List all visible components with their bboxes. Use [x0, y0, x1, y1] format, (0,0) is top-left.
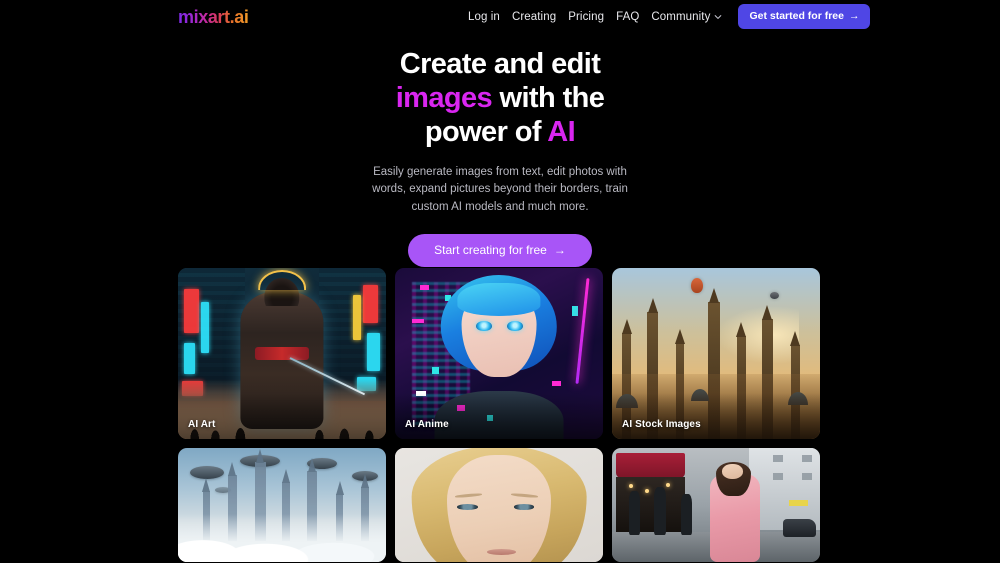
chevron-down-icon	[714, 13, 722, 21]
gallery-card-ai-anime[interactable]: AI Anime	[395, 268, 603, 439]
gallery-card-label: AI Art	[188, 419, 216, 430]
card-gradient-overlay	[395, 393, 603, 439]
gallery-card-ai-art[interactable]: AI Art	[178, 268, 386, 439]
card-gradient-overlay	[178, 393, 386, 439]
arrow-right-icon: →	[553, 243, 566, 258]
nav-item-faq[interactable]: FAQ	[616, 11, 639, 23]
portrait-image	[395, 448, 603, 562]
gallery-grid: AI Art AI Anime AI Stock Images	[178, 268, 822, 562]
hero-section: Create and edit images with the power of…	[0, 48, 1000, 289]
start-creating-button[interactable]: Start creating for free →	[408, 234, 592, 268]
headline-line-1: Create and edit	[399, 48, 601, 80]
start-creating-label: Start creating for free	[434, 243, 547, 258]
landing-page: mixart.ai Log in Creating Pricing FAQ Co…	[0, 0, 1000, 563]
site-logo[interactable]: mixart.ai	[178, 7, 249, 28]
headline-line-3: power of	[424, 115, 548, 148]
nav-item-creating[interactable]: Creating	[512, 11, 556, 23]
nav-community-label: Community	[651, 10, 711, 23]
get-started-button[interactable]: Get started for free →	[738, 4, 871, 29]
gallery-card-street-fashion[interactable]	[612, 448, 820, 562]
gallery-card-label: AI Anime	[405, 419, 449, 430]
street-fashion-image	[612, 448, 820, 562]
arrow-right-icon: →	[848, 10, 860, 22]
gallery-card-airship-city[interactable]	[178, 448, 386, 562]
airship-city-image	[178, 448, 386, 562]
gallery-card-ai-stock-images[interactable]: AI Stock Images	[612, 268, 820, 439]
headline-line-2: with the	[492, 81, 605, 114]
gallery-card-label: AI Stock Images	[622, 419, 701, 430]
headline-accent-images: images	[395, 81, 493, 114]
nav-item-pricing[interactable]: Pricing	[568, 11, 604, 23]
gallery-card-portrait[interactable]	[395, 448, 603, 562]
main-navigation: Log in Creating Pricing FAQ Community Ge…	[468, 0, 871, 33]
hero-subtitle: Easily generate images from text, edit p…	[372, 165, 628, 213]
get-started-label: Get started for free	[749, 10, 844, 22]
headline-accent-ai: AI	[547, 115, 576, 148]
nav-item-community[interactable]: Community	[651, 11, 722, 23]
card-gradient-overlay	[612, 393, 820, 439]
nav-item-login[interactable]: Log in	[468, 11, 500, 23]
page-title: Create and edit images with the power of…	[290, 48, 710, 150]
site-header: mixart.ai Log in Creating Pricing FAQ Co…	[0, 0, 1000, 33]
